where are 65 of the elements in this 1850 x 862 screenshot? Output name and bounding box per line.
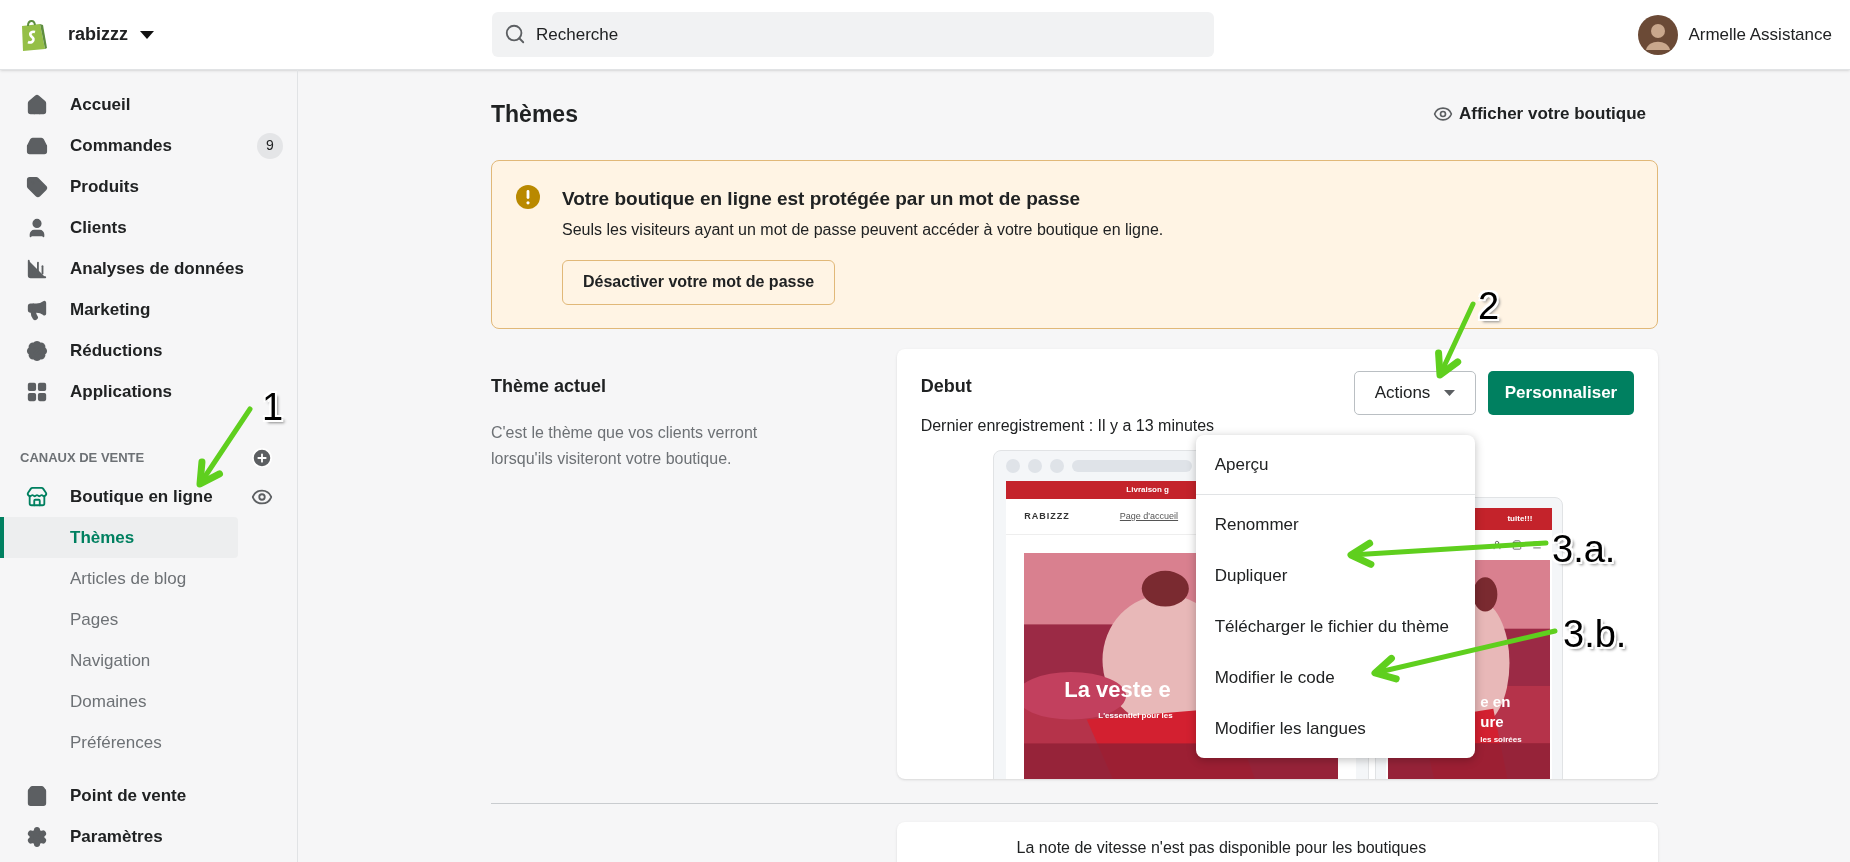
caret-icon <box>1444 390 1456 396</box>
sub-nav-item[interactable]: Préférences <box>0 722 238 763</box>
hero-title: ure <box>1480 712 1505 732</box>
storefront-icon <box>26 485 48 508</box>
actions-dropdown-button[interactable]: Actions <box>1354 371 1476 415</box>
search-icon <box>504 23 526 45</box>
count-badge: 9 <box>257 132 283 159</box>
avatar[interactable] <box>1638 14 1679 55</box>
hero-subtitle: les soirées <box>1480 734 1522 746</box>
section-heading: CANAUX DE VENTE <box>20 449 145 468</box>
announcement-text: Livraison g <box>1126 484 1169 496</box>
store-name[interactable]: rabizzz <box>68 21 128 48</box>
grid-icon <box>26 380 48 403</box>
store-logo-text: RABIZZZ <box>1024 509 1070 523</box>
nav-item[interactable]: Accueil <box>70 91 131 118</box>
page-title: Thèmes <box>491 99 578 129</box>
nav-item[interactable]: Clients <box>70 214 127 241</box>
menu-item[interactable]: Renommer <box>1195 499 1475 550</box>
annotation-label: 2 <box>1478 287 1500 325</box>
annotation-label: 1 <box>262 388 284 426</box>
caret-icon[interactable] <box>140 30 154 39</box>
section-heading: Thème actuel <box>491 375 608 398</box>
warning-icon <box>516 185 540 209</box>
menu-item[interactable]: Modifier le code <box>1195 652 1475 703</box>
hero-subtitle: L'essentiel pour les <box>1097 710 1173 722</box>
customize-button[interactable]: Personnaliser <box>1488 371 1634 415</box>
section-description: C'est le thème que vos clients verront lorsqu'ils visiteront votre boutique. <box>491 423 759 469</box>
nav-item[interactable]: Réductions <box>70 337 163 364</box>
user-name[interactable]: Armelle Assistance <box>1688 21 1832 48</box>
nav-item[interactable]: Produits <box>70 173 139 200</box>
nav-item[interactable]: Commandes <box>70 132 173 159</box>
search-field[interactable]: Recherche <box>492 12 1214 57</box>
nav-item[interactable]: Marketing <box>70 296 151 323</box>
tag-icon <box>26 175 48 198</box>
menu-item[interactable]: Télécharger le fichier du thème <box>1195 601 1475 652</box>
sub-nav-item[interactable]: Articles de blog <box>0 558 238 599</box>
sub-nav-item[interactable]: Thèmes <box>0 517 238 558</box>
megaphone-icon <box>26 298 48 321</box>
menu-item[interactable]: Modifier les langues <box>1195 703 1475 754</box>
theme-name: Debut <box>920 375 973 398</box>
shopping-bag-icon <box>26 784 48 807</box>
last-saved-text: Dernier enregistrement : Il y a 13 minutes <box>920 416 1215 436</box>
add-circle-icon[interactable] <box>251 447 273 469</box>
banner-title: Votre boutique en ligne est protégée par un mot de passe <box>562 187 1081 211</box>
disable-password-button[interactable]: Désactiver votre mot de passe <box>562 259 836 305</box>
speed-text: La note de vitesse n'est pas disponible pour les boutiques <box>1016 839 1427 856</box>
sub-nav-item[interactable]: Domaines <box>0 681 238 722</box>
nav-item[interactable]: Point de vente <box>70 782 187 809</box>
sub-nav-item[interactable]: Pages <box>0 599 238 640</box>
nav-item[interactable]: Paramètres <box>70 823 163 850</box>
nav-item[interactable]: Boutique en ligne <box>70 483 213 510</box>
menu-item[interactable]: Dupliquer <box>1195 550 1475 601</box>
nav-item[interactable]: Applications <box>70 378 172 405</box>
announcement-text: tuite!!! <box>1507 513 1533 525</box>
eye-icon <box>1433 104 1453 124</box>
banner-text: Seuls les visiteurs ayant un mot de passe peuvent accéder à votre boutique en ligne. <box>562 219 1165 240</box>
annotation-label: 3.a. <box>1552 530 1616 568</box>
view-store-link[interactable]: Afficher votre boutique <box>1433 101 1646 127</box>
nav-item[interactable]: Analyses de données <box>70 255 244 282</box>
sub-nav-item[interactable]: Navigation <box>0 640 238 681</box>
menu-item[interactable]: Aperçu <box>1195 439 1475 490</box>
house-icon <box>26 93 48 116</box>
hero-title: La veste e <box>1064 676 1172 704</box>
annotation-label: 3.b. <box>1563 615 1627 653</box>
gear-icon <box>26 825 48 848</box>
